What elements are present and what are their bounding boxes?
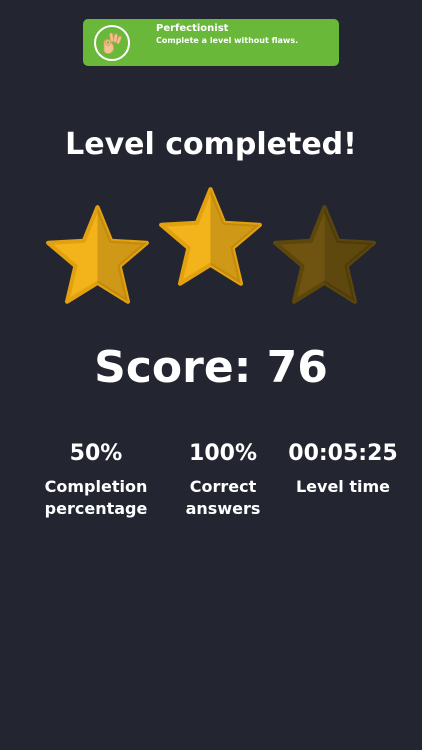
stat-label: Completion percentage — [44, 477, 148, 518]
ok-hand-icon — [94, 25, 130, 61]
star-icon — [159, 187, 262, 286]
stat-label: Correct answers — [185, 477, 261, 518]
level-completed-title: Level completed! — [65, 127, 357, 162]
stat-label: Level time — [295, 477, 391, 496]
stat-level-time: 00:05:25 Level time — [278, 438, 408, 498]
stat-value: 00:05:25 — [288, 441, 398, 466]
star-icon — [46, 205, 149, 304]
star-icon — [273, 205, 376, 304]
achievement-title: Perfectionist — [156, 23, 229, 34]
stat-value: 50% — [69, 441, 123, 466]
score-label: Score: 76 — [94, 342, 328, 393]
stat-value: 100% — [189, 441, 257, 466]
achievement-description: Complete a level without flaws. — [156, 36, 299, 45]
stat-completion: 50% Completion percentage — [31, 438, 161, 520]
star-rating — [0, 185, 422, 315]
achievement-toast[interactable]: Perfectionist Complete a level without f… — [83, 19, 339, 66]
stat-correct-answers: 100% Correct answers — [158, 438, 288, 520]
